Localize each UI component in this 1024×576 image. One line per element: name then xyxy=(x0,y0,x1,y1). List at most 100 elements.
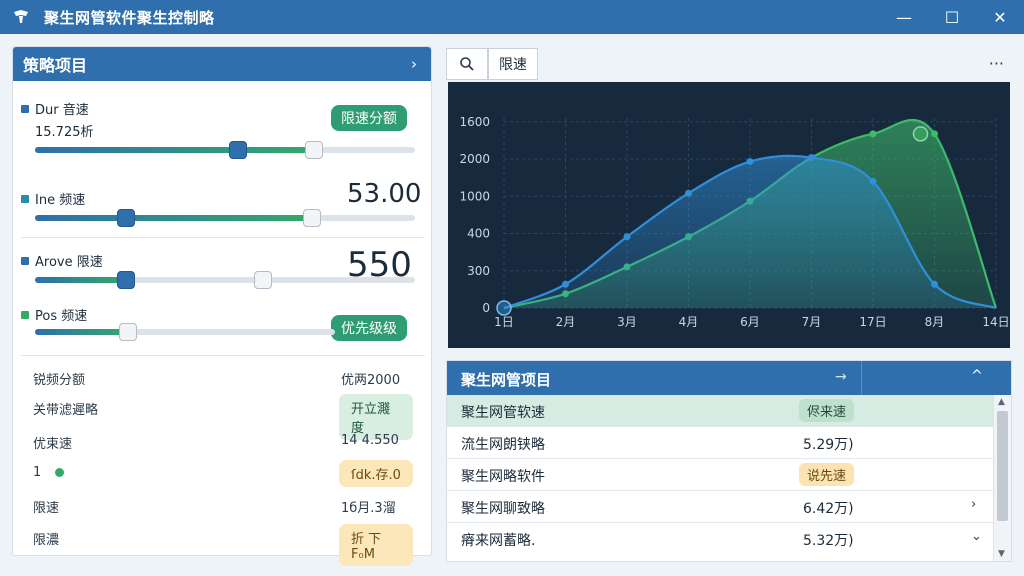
slider-group-1: Dur 音速 15.725析 限速分额 xyxy=(21,97,421,159)
x-tick-label: 17日 xyxy=(859,315,886,329)
slider-group-2: Ine 频速 53.00 xyxy=(21,177,421,237)
x-tick-label: 3月 xyxy=(617,315,637,329)
status-dot-icon xyxy=(55,468,65,477)
table-title: 聚生网管项目 xyxy=(461,371,552,389)
stat-row: 1 ſdk.存.0 xyxy=(33,459,413,489)
x-tick-label: 1日 xyxy=(494,315,514,329)
slider-track[interactable] xyxy=(35,141,415,159)
chevron-right-icon[interactable]: › xyxy=(411,55,417,73)
y-tick-label: 2000 xyxy=(459,152,490,166)
x-tick-label: 14日 xyxy=(982,315,1009,329)
close-button[interactable]: ✕ xyxy=(976,0,1024,34)
stat-key: 1 xyxy=(33,465,42,480)
status-tag[interactable]: ſdk.存.0 xyxy=(339,460,413,487)
tab-speed-limit[interactable]: 限速 xyxy=(488,48,538,80)
table-row[interactable]: 瘠来网蓄略. 5.32万) ⌄ xyxy=(447,523,993,555)
legend-square-icon xyxy=(21,256,29,265)
table-row[interactable]: 聚生网略软件 说先速 xyxy=(447,459,993,491)
row-name: 聚生网略软件 xyxy=(461,469,545,485)
data-point-highlight xyxy=(912,126,929,142)
limit-badge[interactable]: 限速分额 xyxy=(331,105,407,131)
stat-row: 关带滤遲略 开立濺度 xyxy=(33,393,413,440)
status-tag[interactable]: 折 下 F₀M xyxy=(339,524,413,566)
slider-thumb-secondary[interactable] xyxy=(254,271,272,289)
data-point xyxy=(931,280,938,288)
more-icon[interactable]: ··· xyxy=(989,54,1004,73)
legend-square-icon xyxy=(21,310,29,319)
table-row[interactable]: 聚生网聊致略 6.42万) › xyxy=(447,491,993,523)
divider xyxy=(21,237,425,238)
table-scrollbar[interactable]: ▲ ▼ xyxy=(993,395,1011,561)
stat-key: 锐频分额 xyxy=(33,373,86,388)
panel-title: 策略项目 xyxy=(23,56,88,75)
chart-area: 0 300 400 1000 2000 1600 1日 2月 3月 4月 6月 7月 17日 8月 14日 xyxy=(448,82,1010,348)
minimize-button[interactable]: — xyxy=(880,0,928,34)
arrow-right-icon[interactable]: → xyxy=(835,369,847,385)
slider-track[interactable] xyxy=(35,271,415,289)
data-point xyxy=(746,158,754,166)
y-tick-label: 300 xyxy=(467,264,490,278)
scroll-up-icon[interactable]: ▲ xyxy=(998,397,1005,407)
row-name: 流生网朗铗略 xyxy=(461,437,545,453)
table-row[interactable]: 聚生网管软速 侭来速 xyxy=(447,395,993,427)
x-tick-label: 2月 xyxy=(556,315,576,329)
slider-track[interactable] xyxy=(35,323,335,341)
slider-thumb[interactable] xyxy=(117,209,136,227)
stat-row: 锐频分额 优两2000 xyxy=(33,363,413,393)
slider-label: Dur 音速 xyxy=(35,103,89,118)
strategy-panel: 策略项目 › Dur 音速 15.725析 限速分额 Ine 频速 53.00 xyxy=(12,46,432,566)
data-point xyxy=(562,280,569,288)
strategy-panel-header[interactable]: 策略项目 › xyxy=(13,47,431,81)
row-value: 5.29万) xyxy=(803,437,854,453)
row-value: 6.42万) xyxy=(803,501,854,517)
slider-thumb-secondary[interactable] xyxy=(305,141,324,159)
slider-track[interactable] xyxy=(35,209,415,227)
chart-panel: 限速 ··· 0 300 400 1000 2000 1600 1日 2月 3月 4月 6月 7月 17… xyxy=(446,46,1012,348)
app-logo-icon xyxy=(14,10,28,23)
legend-square-icon xyxy=(21,194,29,203)
scroll-down-icon[interactable]: ▼ xyxy=(998,549,1005,559)
data-point xyxy=(808,154,815,162)
y-tick-label: 0 xyxy=(482,301,490,315)
stat-key: 优束速 xyxy=(33,437,73,452)
table-row[interactable]: 流生网朗铗略 5.29万) xyxy=(447,427,993,459)
stat-key: 限速 xyxy=(33,501,60,516)
maximize-button[interactable]: ☐ xyxy=(928,0,976,34)
data-point xyxy=(869,177,877,185)
area-chart: 0 300 400 1000 2000 1600 1日 2月 3月 4月 6月 7月 17日 8月 14日 xyxy=(459,115,1009,329)
stat-value: 优两2000 xyxy=(341,373,401,388)
data-point xyxy=(869,130,877,138)
row-name: 瘠来网蓄略. xyxy=(461,533,536,549)
slider-group-4: Pos 频速 优先级级 xyxy=(21,303,421,347)
slider-thumb[interactable] xyxy=(119,323,137,341)
y-tick-label: 1000 xyxy=(459,189,490,203)
slider-label: Arove 限速 xyxy=(35,255,103,270)
chevron-up-icon[interactable]: ^ xyxy=(971,368,983,384)
title-bar: 聚生网管软件聚生控制略 — ☐ ✕ xyxy=(0,0,1024,34)
slider-thumb-secondary[interactable] xyxy=(303,209,322,227)
slider-fill xyxy=(35,277,127,283)
stat-key: 关带滤遲略 xyxy=(33,403,99,418)
row-name: 聚生网管软速 xyxy=(461,405,545,421)
chevron-right-icon[interactable]: › xyxy=(971,497,976,512)
priority-badge[interactable]: 优先级级 xyxy=(331,315,407,341)
data-point xyxy=(623,233,631,241)
chevron-down-icon[interactable]: ⌄ xyxy=(971,529,982,544)
row-name: 聚生网聊致略 xyxy=(461,501,545,517)
x-tick-label: 4月 xyxy=(679,315,699,329)
row-chip: 侭来速 xyxy=(799,399,855,422)
slider-thumb[interactable] xyxy=(229,141,248,159)
slider-fill xyxy=(35,215,313,221)
slider-thumb[interactable] xyxy=(117,271,136,289)
scroll-thumb[interactable] xyxy=(997,411,1008,521)
slider-fill xyxy=(35,147,315,153)
slider-value: 53.00 xyxy=(347,179,422,209)
x-tick-label: 8月 xyxy=(925,315,945,329)
x-tick-label: 7月 xyxy=(802,315,822,329)
stat-value: 14 4.550 xyxy=(341,433,399,448)
row-chip: 说先速 xyxy=(799,463,855,486)
search-button[interactable] xyxy=(446,48,488,80)
slider-sublabel: 15.725析 xyxy=(35,125,94,140)
data-point xyxy=(931,130,938,138)
x-tick-label: 6月 xyxy=(740,315,760,329)
